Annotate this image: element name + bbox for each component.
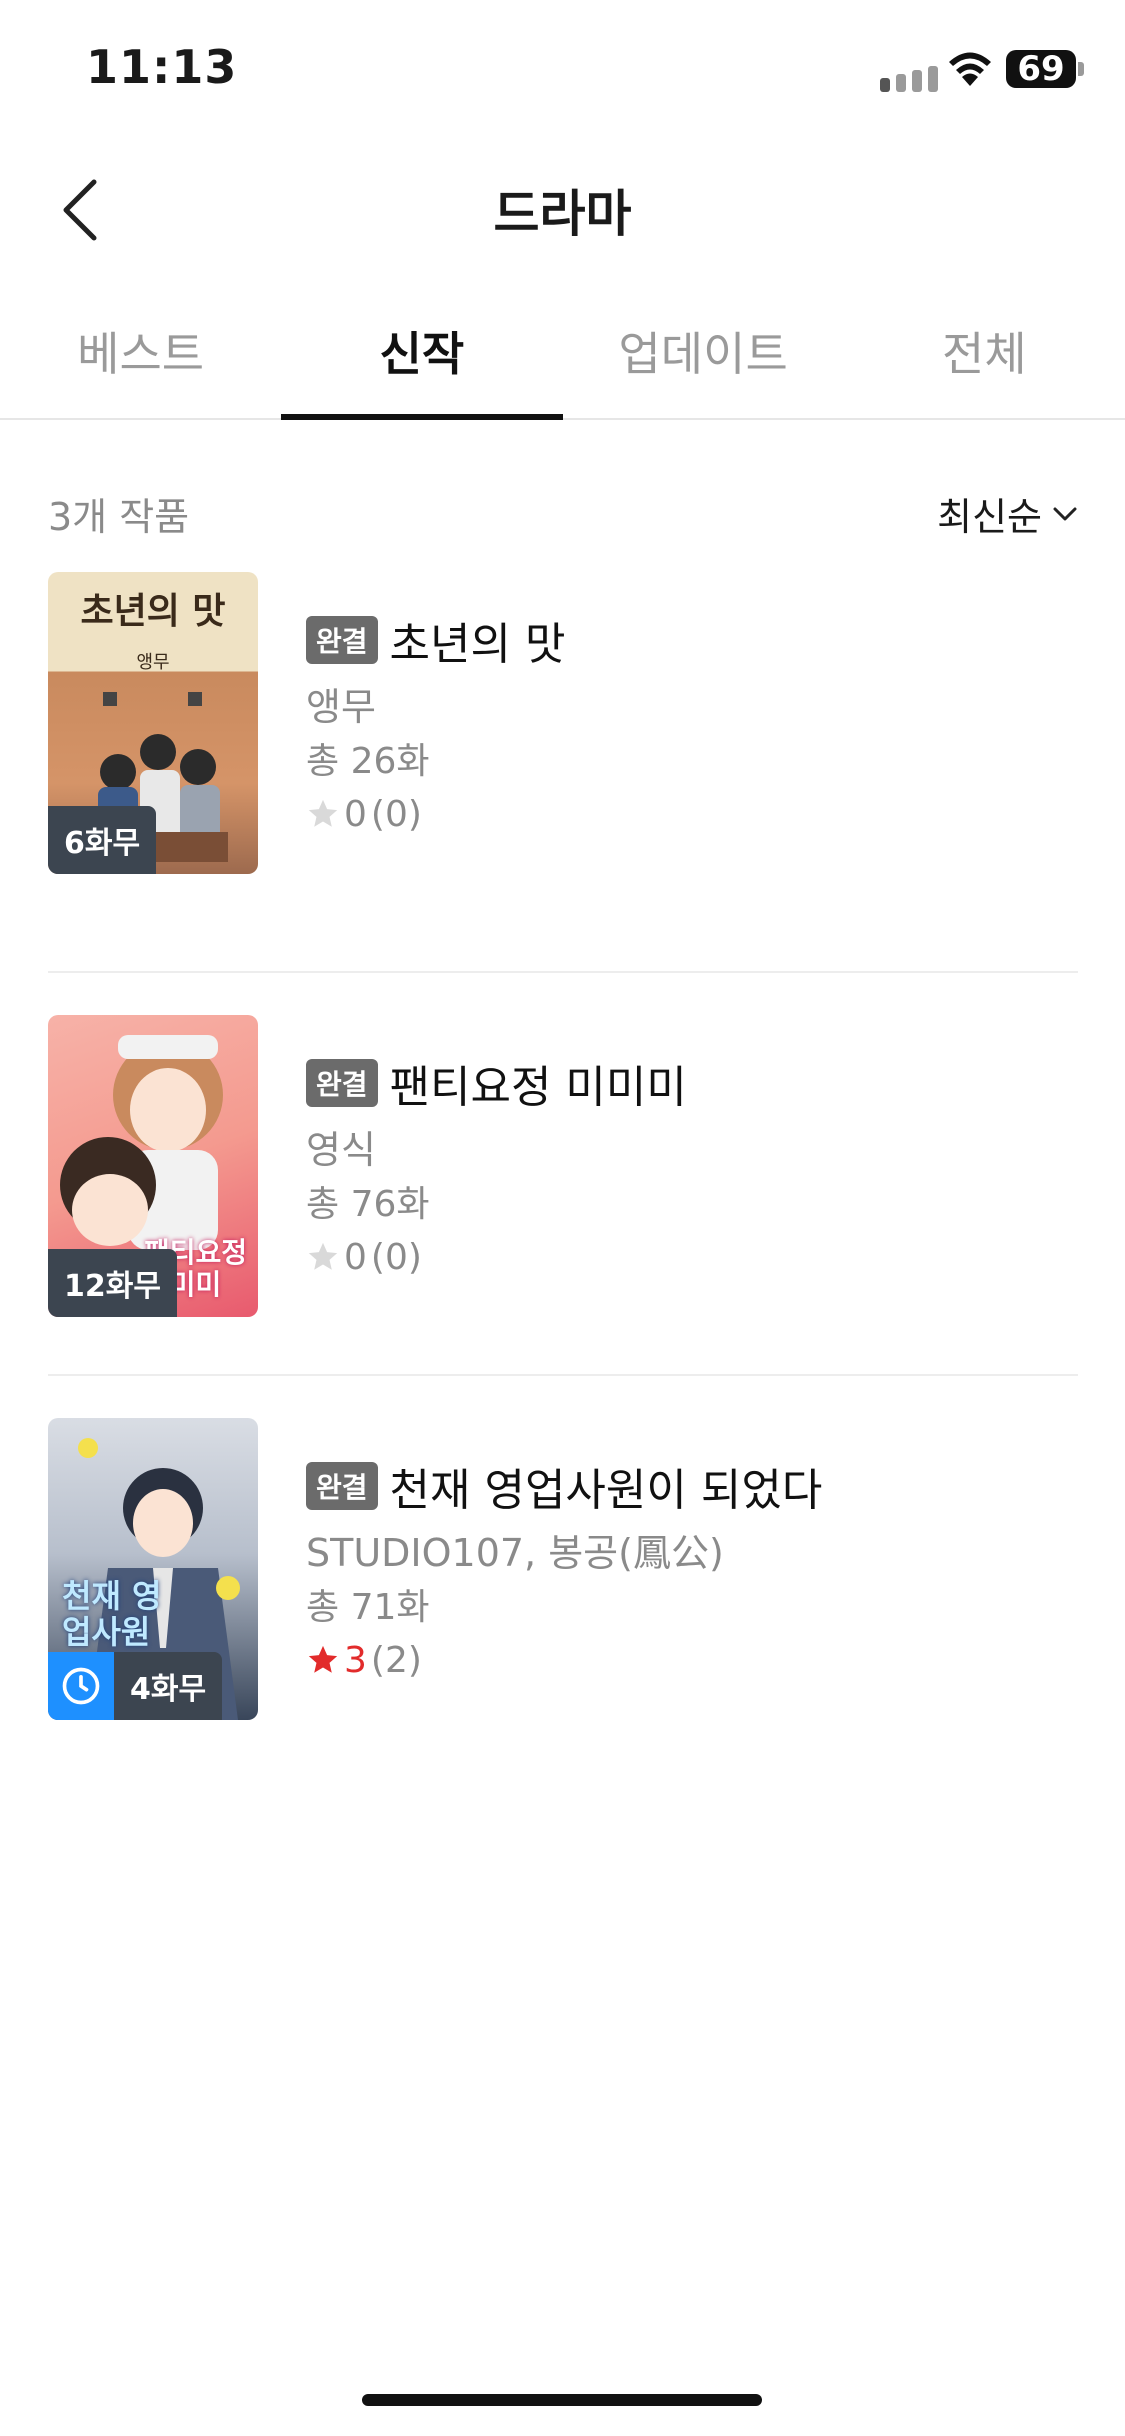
rating-row: 0 (0)	[306, 1231, 1066, 1283]
rating-count: (0)	[370, 1236, 422, 1278]
item-title: 천재 영업사원이 되었다	[389, 1465, 823, 1516]
completed-tag: 완결	[306, 616, 378, 664]
tab-new[interactable]: 신작	[281, 290, 563, 420]
clock-icon	[48, 1652, 114, 1720]
header: 드라마	[0, 160, 1125, 260]
item-episodes: 총 71화	[306, 1587, 430, 1628]
item-info: 완결 팬티요정 미미미 영식 총 76화 0 (0)	[306, 1053, 1066, 1283]
rating-row: 0 (0)	[306, 788, 1066, 840]
completed-tag: 완결	[306, 1059, 378, 1107]
tab-all[interactable]: 전체	[844, 290, 1125, 418]
free-episodes-badge: 4화무	[114, 1652, 223, 1720]
status-bar: 11:13 69	[0, 0, 1125, 140]
title-row: 완결 천재 영업사원이 되었다	[306, 1456, 1066, 1516]
star-icon	[308, 1645, 338, 1673]
cellular-signal-icon	[880, 66, 938, 92]
wifi-icon	[949, 52, 991, 86]
cover-title: 천재 영업사원	[62, 1577, 162, 1651]
list-item[interactable]: 초년의 맛 앵무 6화무 완결 초년의 맛 앵무 총 26화 0 (0)	[48, 570, 1078, 973]
rating-score: 3	[344, 1639, 367, 1681]
item-episodes: 총 26화	[306, 741, 430, 782]
item-info: 완결 천재 영업사원이 되었다 STUDIO107, 봉공(鳳公) 총 71화 …	[306, 1456, 1066, 1686]
completed-tag: 완결	[306, 1462, 378, 1510]
cover-thumbnail[interactable]: 팬티요정 미미미 12화무	[48, 1015, 258, 1317]
home-indicator[interactable]	[362, 2394, 762, 2406]
item-author: 영식	[306, 1128, 376, 1172]
tab-bar: 베스트 신작 업데이트 전체	[0, 290, 1125, 420]
star-icon	[308, 1242, 338, 1270]
cover-title: 초년의 맛	[80, 591, 226, 632]
cover-subtitle: 앵무	[136, 652, 170, 673]
status-time: 11:13	[86, 40, 238, 94]
list-item[interactable]: 천재 영업사원 4화무 완결 천재 영업사원이 되었다 STUDIO107, 봉…	[48, 1376, 1078, 1779]
rating-count: (0)	[370, 793, 422, 835]
item-author: 앵무	[306, 685, 376, 729]
work-list: 초년의 맛 앵무 6화무 완결 초년의 맛 앵무 총 26화 0 (0) 팬티요…	[48, 570, 1078, 1779]
sort-label: 최신순	[937, 495, 1042, 539]
star-icon	[308, 799, 338, 827]
battery-icon: 69	[1006, 50, 1076, 88]
rating-count: (2)	[370, 1639, 422, 1681]
rating-score: 0	[344, 793, 367, 835]
rating-score: 0	[344, 1236, 367, 1278]
list-item[interactable]: 팬티요정 미미미 12화무 완결 팬티요정 미미미 영식 총 76화 0 (0)	[48, 973, 1078, 1376]
title-row: 완결 팬티요정 미미미	[306, 1053, 1066, 1113]
page-title: 드라마	[493, 185, 632, 243]
battery-cap	[1078, 62, 1084, 76]
screen: 11:13 69 드라마 베스트 신작 업데이트 전체 3개 작품 최신순 초년…	[0, 0, 1125, 2436]
item-episodes: 총 76화	[306, 1184, 430, 1225]
tab-update[interactable]: 업데이트	[563, 290, 844, 418]
work-count: 3개 작품	[48, 495, 190, 539]
cover-thumbnail[interactable]: 초년의 맛 앵무 6화무	[48, 572, 258, 874]
free-episodes-badge: 12화무	[48, 1249, 177, 1317]
cover-thumbnail[interactable]: 천재 영업사원 4화무	[48, 1418, 258, 1720]
list-header: 3개 작품 최신순	[48, 480, 1078, 540]
item-title: 팬티요정 미미미	[389, 1062, 687, 1113]
free-episodes-badge: 6화무	[48, 806, 157, 874]
chevron-down-icon	[1053, 507, 1077, 520]
item-info: 완결 초년의 맛 앵무 총 26화 0 (0)	[306, 610, 1066, 840]
item-title: 초년의 맛	[389, 619, 566, 670]
rating-row: 3 (2)	[306, 1634, 1066, 1686]
title-row: 완결 초년의 맛	[306, 610, 1066, 670]
sort-dropdown[interactable]: 최신순	[937, 486, 1078, 541]
item-author: STUDIO107, 봉공(鳳公)	[306, 1531, 724, 1575]
tab-best[interactable]: 베스트	[0, 290, 281, 418]
